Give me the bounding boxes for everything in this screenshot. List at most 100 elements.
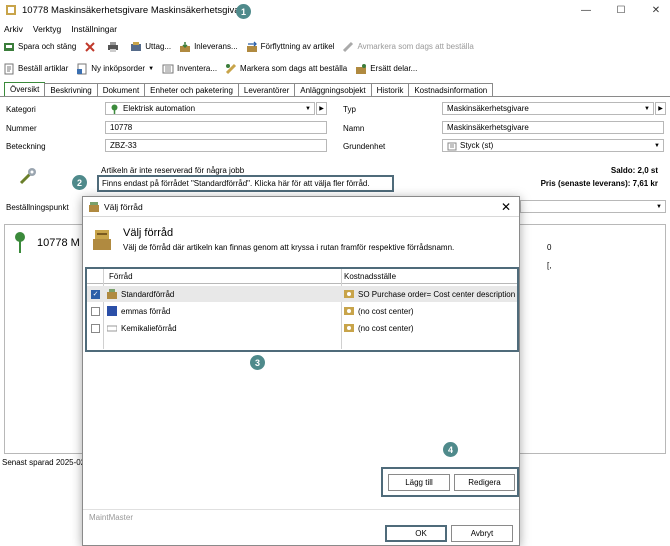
close-icon[interactable]: ✕	[650, 4, 662, 16]
withdrawal-button[interactable]: Uttag...	[130, 41, 171, 53]
delivery-icon	[180, 41, 191, 52]
grid-header: Förråd Kostnadsställe	[87, 269, 517, 349]
col-costcenter-header[interactable]: Kostnadsställe	[344, 272, 396, 281]
bestallningspunkt-label: Beställningspunkt	[6, 203, 69, 212]
menu-bar: Arkiv Verktyg Inställningar	[0, 21, 670, 37]
namn-field[interactable]: Maskinsäkerhetsgivare	[442, 121, 664, 134]
tab-bar: Översikt Beskrivning Dokument Enheter oc…	[0, 82, 670, 97]
tab-dokument[interactable]: Dokument	[96, 83, 146, 96]
chevron-down-icon: ▼	[305, 106, 311, 112]
callout-badge-4: 4	[443, 442, 458, 457]
toolbar-primary: Spara och stäng Uttag... Inleverans... F…	[0, 37, 670, 56]
app-icon	[6, 5, 16, 15]
category-pin-icon	[111, 104, 118, 114]
print-button[interactable]	[107, 41, 122, 53]
cancel-button[interactable]: Avbryt	[451, 525, 513, 542]
edit-storage-button[interactable]: Redigera	[454, 474, 515, 491]
background-value-2: [,	[547, 261, 552, 270]
menu-arkiv[interactable]: Arkiv	[4, 24, 23, 34]
col-storage-header[interactable]: Förråd	[109, 272, 133, 281]
footer-brand: MaintMaster	[89, 513, 134, 522]
tab-enheter[interactable]: Enheter och paketering	[144, 83, 239, 96]
toolbar-secondary: Beställ artiklar Ny inköpsorder ▼ Invent…	[0, 59, 670, 78]
table-row[interactable]: Kemikalieförråd (no cost center)	[87, 320, 517, 336]
storage-icon	[89, 201, 99, 212]
select-storage-dialog: Välj förråd ✕ Välj förråd Välj de förråd…	[82, 196, 520, 546]
storage-icon	[107, 289, 117, 299]
chevron-down-icon: ▼	[654, 143, 660, 149]
mark-order-button[interactable]: Markera som dags att beställa	[225, 63, 347, 75]
dialog-titlebar: Välj förråd ✕	[83, 197, 519, 217]
background-value: 0	[547, 243, 552, 252]
status-text: Senast sparad 2025-02	[2, 458, 86, 467]
cost-center-icon	[344, 290, 354, 298]
grundenhet-select[interactable]: Styck (st) ▼	[442, 139, 664, 152]
typ-browse-button[interactable]: ▶	[655, 102, 666, 115]
beteckning-label: Beteckning	[6, 142, 46, 151]
order-articles-button[interactable]: Beställ artiklar	[3, 63, 68, 75]
dialog-description: Välj de förråd där artikeln kan finnas g…	[123, 243, 455, 252]
order-icon	[4, 63, 14, 74]
replace-parts-icon	[356, 63, 367, 74]
cost-center-icon	[344, 307, 354, 315]
tab-beskrivning[interactable]: Beskrivning	[44, 83, 98, 96]
storage-checkbox[interactable]	[91, 323, 100, 333]
table-row[interactable]: ✓ Standardförråd SO Purchase order= Cost…	[87, 286, 517, 302]
typ-select[interactable]: Maskinsäkerhetsgivare ▼	[442, 102, 654, 115]
unmark-icon	[343, 41, 354, 52]
add-storage-button[interactable]: Lägg till	[388, 474, 450, 491]
unmark-order-button[interactable]: Avmarkera som dags att beställa	[342, 41, 474, 53]
tab-oversikt[interactable]: Översikt	[4, 82, 46, 96]
new-purchase-order-button[interactable]: Ny inköpsorder ▼	[76, 63, 154, 75]
tab-anlaggningsobjekt[interactable]: Anläggningsobjekt	[294, 83, 372, 96]
inventory-button[interactable]: Inventera...	[162, 63, 217, 75]
close-icon[interactable]: ✕	[501, 200, 511, 214]
printer-icon	[108, 41, 119, 52]
ok-button[interactable]: OK	[385, 525, 447, 542]
saldo-value: Saldo: 2,0 st	[610, 166, 658, 175]
kategori-browse-button[interactable]: ▶	[316, 102, 327, 115]
tab-kostnadsinformation[interactable]: Kostnadsinformation	[408, 83, 494, 96]
chevron-down-icon[interactable]: ▼	[148, 66, 154, 72]
storage-checkbox[interactable]	[91, 306, 100, 316]
nummer-field[interactable]: 10778	[105, 121, 327, 134]
typ-label: Typ	[343, 105, 356, 114]
grundenhet-label: Grundenhet	[343, 142, 386, 151]
window-title: 10778 Maskinsäkerhetsgivare Maskinsäkerh…	[22, 4, 249, 16]
storage-grid: Förråd Kostnadsställe ✓ Standardförråd S…	[85, 267, 519, 352]
callout-badge-3: 3	[250, 355, 265, 370]
replace-parts-button[interactable]: Ersätt delar...	[355, 63, 417, 75]
tab-historik[interactable]: Historik	[370, 83, 410, 96]
article-tool-icon	[19, 168, 36, 185]
table-row[interactable]: emmas förråd (no cost center)	[87, 303, 517, 319]
inventory-icon	[162, 64, 174, 73]
article-heading: 10778 M	[37, 237, 80, 249]
callout-badge-2: 2	[72, 175, 87, 190]
mark-icon	[225, 63, 237, 74]
transfer-article-button[interactable]: Förflyttning av artikel	[246, 41, 334, 53]
storage-boxes-icon	[93, 230, 111, 250]
menu-installningar[interactable]: Inställningar	[71, 24, 117, 34]
minimize-icon[interactable]: —	[580, 4, 592, 16]
stock-location-link[interactable]: Finns endast på förrådet "Standardförråd…	[97, 175, 394, 192]
nummer-label: Nummer	[6, 124, 37, 133]
maximize-icon[interactable]: ☐	[615, 4, 627, 16]
delivery-button[interactable]: Inleverans...	[179, 41, 238, 53]
callout-badge-1: 1	[236, 4, 251, 19]
menu-verktyg[interactable]: Verktyg	[33, 24, 61, 34]
namn-label: Namn	[343, 124, 365, 133]
save-close-button[interactable]: Spara och stäng	[3, 41, 76, 53]
transfer-icon	[246, 41, 257, 52]
bestallningspunkt-select[interactable]: ▼	[520, 200, 666, 213]
scissors-icon	[85, 41, 95, 52]
title-bar: 10778 Maskinsäkerhetsgivare Maskinsäkerh…	[0, 0, 670, 20]
storage-icon	[107, 306, 117, 316]
storage-checkbox[interactable]: ✓	[91, 289, 100, 299]
tab-leverantorer[interactable]: Leverantörer	[237, 83, 296, 96]
dialog-title: Välj förråd	[104, 201, 143, 212]
beteckning-field[interactable]: ZBZ-33	[105, 139, 327, 152]
price-value: Pris (senaste leverans): 7,61 kr	[540, 179, 658, 188]
storage-icon	[107, 325, 117, 332]
delete-button[interactable]	[84, 41, 99, 53]
kategori-select[interactable]: Elektrisk automation ▼	[105, 102, 315, 115]
